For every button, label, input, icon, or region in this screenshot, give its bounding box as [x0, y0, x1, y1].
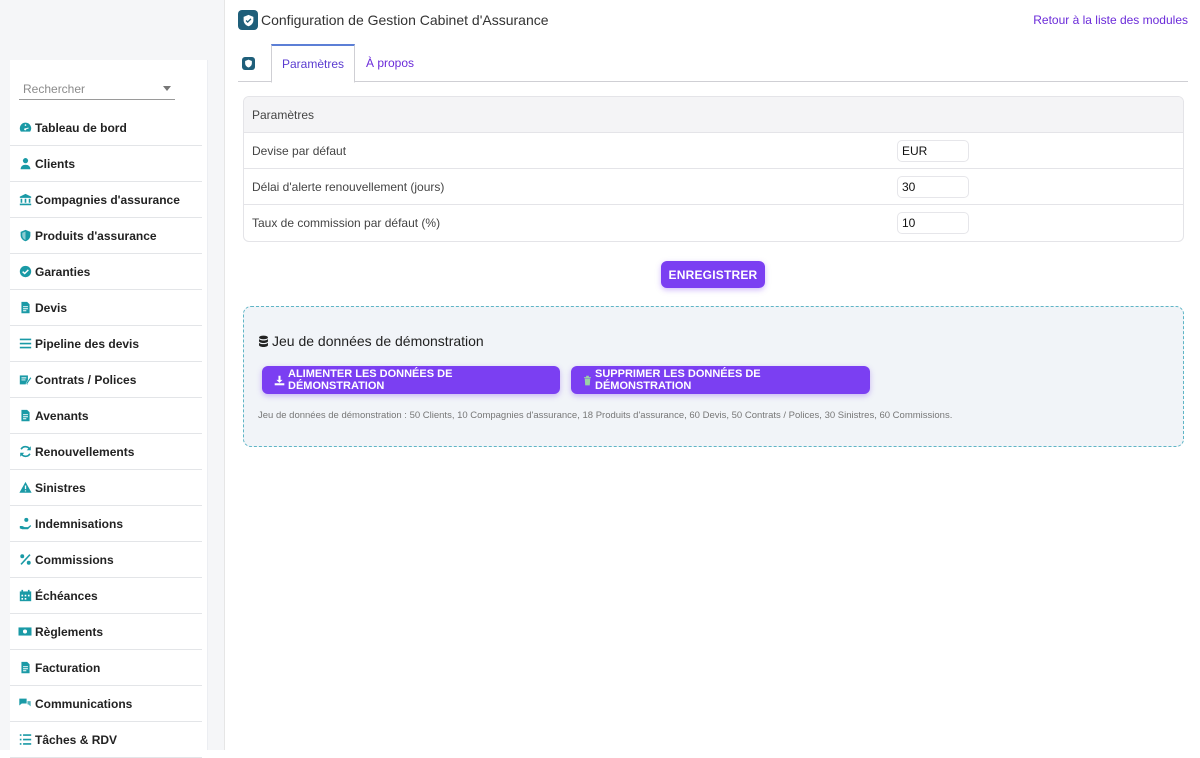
param-label: Délai d'alerte renouvellement (jours): [252, 179, 445, 194]
refresh-icon: [18, 445, 32, 459]
tab-a-propos[interactable]: À propos: [356, 44, 424, 82]
sidebar-item-communications[interactable]: Communications: [10, 686, 202, 722]
page-header: Configuration de Gestion Cabinet d'Assur…: [238, 10, 549, 30]
param-label: Devise par défaut: [252, 143, 347, 158]
trash-icon: [583, 375, 592, 386]
percent-icon: [18, 553, 32, 567]
sidebar-item-label: Garanties: [35, 264, 91, 279]
sidebar-item-indemnisations[interactable]: Indemnisations: [10, 506, 202, 542]
bank-icon: [18, 193, 32, 207]
delete-demo-data-button[interactable]: SUPPRIMER LES DONNÉES DE DÉMONSTRATION: [571, 366, 870, 394]
sidebar-item-label: Clients: [35, 156, 76, 171]
currency-input[interactable]: EUR: [897, 140, 969, 162]
sidebar-item-label: Commissions: [35, 552, 114, 567]
dashboard-icon: [18, 121, 32, 135]
money-icon: [18, 625, 32, 639]
chat-icon: [18, 697, 32, 711]
load-demo-data-button[interactable]: ALIMENTER LES DONNÉES DE DÉMONSTRATION: [262, 366, 560, 394]
shield-icon: [18, 229, 32, 243]
module-tab-icon: [242, 57, 255, 70]
param-row-currency: Devise par défaut EUR: [244, 133, 1183, 169]
sidebar-item-label: Compagnies d'assurance: [35, 192, 180, 207]
sidebar-item-clients[interactable]: Clients: [10, 146, 202, 182]
user-icon: [18, 157, 32, 171]
sidebar-item-label: Tâches & RDV: [35, 732, 118, 747]
calendar-icon: [18, 589, 32, 603]
sidebar-item-label: Avenants: [35, 408, 89, 423]
sidebar-item-sinistres[interactable]: Sinistres: [10, 470, 202, 506]
sidebar-menu: Tableau de bord Clients Compagnies d'ass…: [10, 110, 202, 758]
sidebar-item-tableau-de-bord[interactable]: Tableau de bord: [10, 110, 202, 146]
sidebar-item-commissions[interactable]: Commissions: [10, 542, 202, 578]
param-label: Taux de commission par défaut (%): [252, 216, 441, 230]
contract-edit-icon: [18, 373, 32, 387]
invoice-icon: [18, 661, 32, 675]
sidebar-item-pipeline[interactable]: Pipeline des devis: [10, 326, 202, 362]
sidebar-panel: Rechercher Tableau de bord Clients Compa…: [10, 60, 208, 758]
param-row-renewal-alert: Délai d'alerte renouvellement (jours) 30: [244, 169, 1183, 205]
hand-coin-icon: [18, 517, 32, 531]
demo-data-note: Jeu de données de démonstration : 50 Cli…: [258, 410, 953, 421]
document-icon: [18, 301, 32, 315]
tab-bar: Paramètres À propos: [238, 44, 1188, 83]
warning-icon: [18, 481, 32, 495]
sidebar-item-compagnies[interactable]: Compagnies d'assurance: [10, 182, 202, 218]
sidebar: Rechercher Tableau de bord Clients Compa…: [0, 0, 225, 758]
search-select[interactable]: Rechercher: [19, 78, 175, 100]
sidebar-item-label: Pipeline des devis: [35, 336, 140, 351]
check-circle-icon: [18, 265, 32, 279]
database-icon: [258, 335, 269, 348]
sidebar-item-facturation[interactable]: Facturation: [10, 650, 202, 686]
params-table: Paramètres Devise par défaut EUR Délai d…: [243, 96, 1184, 242]
sidebar-item-produits[interactable]: Produits d'assurance: [10, 218, 202, 254]
sidebar-item-label: Renouvellements: [35, 444, 135, 459]
sidebar-item-avenants[interactable]: Avenants: [10, 398, 202, 434]
sidebar-item-label: Tableau de bord: [35, 120, 127, 135]
sidebar-item-devis[interactable]: Devis: [10, 290, 202, 326]
document-icon: [18, 409, 32, 423]
sidebar-item-echeances[interactable]: Échéances: [10, 578, 202, 614]
tasks-icon: [18, 733, 32, 747]
tab-parametres[interactable]: Paramètres: [271, 44, 355, 83]
sidebar-item-label: Facturation: [35, 660, 101, 675]
load-demo-data-label: ALIMENTER LES DONNÉES DE DÉMONSTRATION: [288, 368, 453, 392]
back-to-modules-link[interactable]: Retour à la liste des modules: [1033, 13, 1188, 27]
sidebar-item-label: Contrats / Polices: [35, 372, 137, 387]
sidebar-item-reglements[interactable]: Règlements: [10, 614, 202, 650]
param-row-commission-rate: Taux de commission par défaut (%) 10: [244, 205, 1183, 241]
sidebar-item-label: Règlements: [35, 624, 104, 639]
save-button[interactable]: ENREGISTRER: [661, 261, 765, 288]
sidebar-item-label: Produits d'assurance: [35, 228, 157, 243]
sidebar-item-label: Indemnisations: [35, 516, 124, 531]
search-placeholder: Rechercher: [23, 81, 86, 96]
sidebar-item-taches[interactable]: Tâches & RDV: [10, 722, 202, 758]
delete-demo-data-label: SUPPRIMER LES DONNÉES DE DÉMONSTRATION: [595, 368, 761, 392]
sidebar-item-label: Sinistres: [35, 480, 86, 495]
chevron-down-icon[interactable]: [163, 86, 171, 91]
commission-rate-input[interactable]: 10: [897, 212, 969, 234]
sidebar-item-label: Communications: [35, 696, 133, 711]
sidebar-item-label: Échéances: [35, 588, 98, 603]
demo-data-panel: Jeu de données de démonstration ALIMENTE…: [243, 306, 1184, 447]
params-header: Paramètres: [244, 97, 1183, 133]
download-icon: [274, 375, 285, 386]
demo-title-text: Jeu de données de démonstration: [272, 333, 484, 349]
renewal-alert-days-input[interactable]: 30: [897, 176, 969, 198]
module-logo-icon: [238, 10, 258, 30]
sidebar-item-renouvellements[interactable]: Renouvellements: [10, 434, 202, 470]
sidebar-item-label: Devis: [35, 300, 68, 315]
demo-title: Jeu de données de démonstration: [258, 333, 484, 349]
bars-icon: [18, 337, 32, 351]
sidebar-item-contrats[interactable]: Contrats / Polices: [10, 362, 202, 398]
sidebar-item-garanties[interactable]: Garanties: [10, 254, 202, 290]
page-title: Configuration de Gestion Cabinet d'Assur…: [261, 12, 549, 28]
